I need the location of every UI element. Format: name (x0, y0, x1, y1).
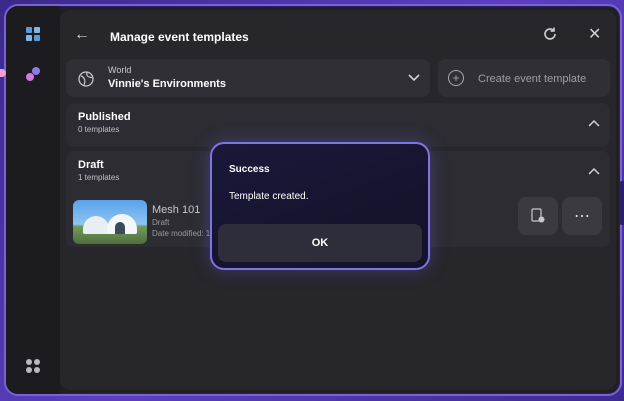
mesh-logo-icon[interactable] (25, 66, 41, 82)
template-thumbnail (73, 200, 147, 244)
published-title: Published (78, 111, 131, 123)
world-label: World (108, 65, 132, 75)
success-dialog: Success Template created. OK (210, 142, 430, 270)
app-window: ← Manage event templates ✕ World Vinnie'… (4, 4, 622, 396)
apps-icon[interactable] (25, 358, 41, 374)
details-button[interactable] (518, 197, 558, 235)
ok-button[interactable]: OK (218, 224, 422, 262)
header: ← Manage event templates ✕ (60, 10, 616, 58)
app-grid-icon[interactable] (25, 26, 41, 42)
published-section[interactable]: Published 0 templates (66, 103, 610, 147)
create-button-label: Create event template (478, 73, 587, 85)
more-options-button[interactable]: ⋯ (562, 197, 602, 235)
chevron-up-icon[interactable] (588, 167, 600, 175)
dialog-message: Template created. (229, 191, 309, 202)
dialog-title: Success (229, 164, 270, 175)
globe-icon (78, 71, 94, 87)
close-icon[interactable]: ✕ (588, 24, 601, 44)
page-title: Manage event templates (110, 30, 249, 44)
chevron-down-icon (408, 74, 420, 82)
create-event-template-button[interactable]: + Create event template (438, 59, 610, 97)
plus-circle-icon: + (448, 70, 464, 86)
refresh-icon[interactable] (542, 26, 558, 42)
template-status: Draft (152, 218, 170, 227)
world-selector[interactable]: World Vinnie's Environments (66, 59, 430, 97)
template-name: Mesh 101 (152, 204, 201, 216)
world-name: Vinnie's Environments (108, 78, 226, 90)
published-count: 0 templates (78, 125, 120, 134)
left-rail (6, 6, 60, 394)
document-icon (531, 208, 545, 223)
draft-title: Draft (78, 159, 104, 171)
arrow-left-icon[interactable]: ← (74, 26, 90, 44)
more-horizontal-icon: ⋯ (574, 208, 591, 225)
template-date: Date modified: 1 (152, 229, 210, 238)
chevron-up-icon[interactable] (588, 119, 600, 127)
resize-handle[interactable] (619, 181, 624, 225)
draft-count: 1 templates (78, 173, 120, 182)
